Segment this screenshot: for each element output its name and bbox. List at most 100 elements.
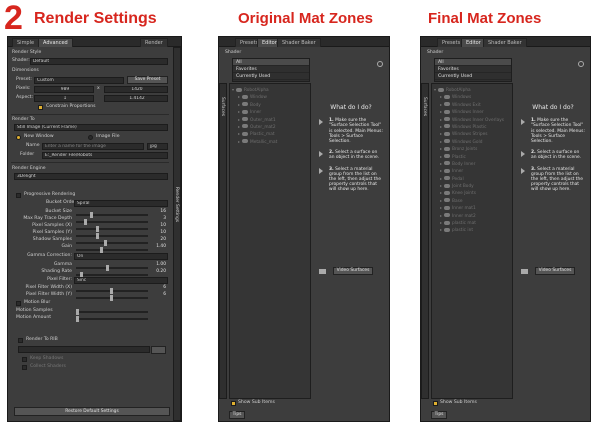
tree-item[interactable]: ▸ Plastic [434,153,504,160]
list-item-favorites[interactable]: Favorites [233,66,309,73]
tree-item[interactable]: ▸ Windows Gold [434,138,504,145]
aspect-width-input[interactable]: 1 [34,95,94,102]
tree-item[interactable]: ▸ Windows Stripes [434,130,504,137]
tree-item[interactable]: ▸ Window [232,93,277,100]
tree-item[interactable]: ▸ Base [434,197,504,204]
tree-item[interactable]: ▸ Windows [434,93,504,100]
tree-item[interactable]: ▸ Windows Exit [434,101,504,108]
gamma-slider[interactable] [76,265,148,271]
height-input[interactable]: 1420 [104,86,168,93]
tree-item[interactable]: ▸ Inner [434,167,504,174]
slider-value[interactable]: 10 [150,229,166,236]
rib-path-input[interactable] [18,346,150,353]
video-surfaces-button[interactable]: Video Surfaces [535,267,575,275]
slider-thumb[interactable] [96,226,99,232]
save-preset-button[interactable]: Save Preset [127,76,168,84]
progressive-checkbox[interactable] [16,193,21,198]
tree-item[interactable]: ▸ Inner mat2 [434,212,504,219]
search-icon[interactable] [377,61,383,67]
slider-value[interactable]: 20 [150,236,166,243]
format-dropdown[interactable]: jpg [147,143,168,150]
filter-width-x-value[interactable]: 6 [150,284,166,291]
slider-thumb[interactable] [76,309,79,315]
side-tab-surfaces[interactable]: Surfaces [422,97,427,116]
tree-root[interactable]: ▾ RobotAlpha [232,86,277,93]
image-file-radio[interactable] [88,135,93,140]
tree-item[interactable]: ▸ Knee Joints [434,189,504,196]
slider-thumb[interactable] [90,212,93,218]
slider-value[interactable]: 10 [150,222,166,229]
aspect-height-input[interactable]: 1.4142 [104,95,168,102]
shadow-samples-slider[interactable] [76,240,148,246]
tree-item[interactable]: ▸ Windows Inner Overlays [434,116,504,123]
shader-dropdown[interactable]: Default [30,58,168,65]
slider-thumb[interactable] [110,295,113,301]
tips-button[interactable]: Tips [229,411,245,419]
list-item-favorites[interactable]: Favorites [435,66,511,73]
tree-item[interactable]: ▸ Outer_mat1 [232,116,277,123]
gain-slider[interactable] [76,247,148,253]
render-to-dropdown[interactable]: Still Image (Current Frame) [14,124,168,131]
render-engine-dropdown[interactable]: 3Delight [14,173,168,180]
side-tab-surfaces[interactable]: Surfaces [220,97,225,116]
bucket-size-slider[interactable] [76,212,148,218]
tree-item[interactable]: ▸ Body [232,101,277,108]
motion-samples-slider[interactable] [76,309,148,315]
show-sub-items-checkbox[interactable] [433,401,438,406]
show-sub-items-checkbox[interactable] [231,401,236,406]
tree-item[interactable]: ▸ plastic mat [434,219,504,226]
slider-thumb[interactable] [96,233,99,239]
slider-thumb[interactable] [110,288,113,294]
bucket-order-dropdown[interactable]: Spiral [74,200,168,207]
tab-simple[interactable]: Simple [12,38,40,47]
rib-browse-button[interactable] [151,346,166,354]
tree-item[interactable]: ▸ Bronz Joints [434,145,504,152]
tree-root[interactable]: ▾ RobotAlpha [434,86,504,93]
slider-value[interactable]: 1.40 [150,243,166,250]
slider-value[interactable]: 3 [150,215,166,222]
tree-item[interactable]: ▸ Joint Body [434,182,504,189]
list-item-all[interactable]: All [233,59,309,66]
gamma-value[interactable]: 1.00 [150,261,166,268]
slider-thumb[interactable] [76,316,79,322]
list-item-currently-used[interactable]: Currently Used [233,73,309,80]
side-tab-render-settings[interactable]: Render Settings [174,187,179,222]
constrain-checkbox[interactable] [38,105,43,110]
collect-shaders-checkbox[interactable] [22,365,27,370]
shading-rate-value[interactable]: 0.20 [150,268,166,275]
folder-input[interactable]: E:_Render File/Robots [42,152,168,159]
list-item-all[interactable]: All [435,59,511,66]
pixel-filter-dropdown[interactable]: Sinc [74,277,168,284]
video-surfaces-button[interactable]: Video Surfaces [333,267,373,275]
tab-shader-baker[interactable]: Shader Baker [277,38,321,47]
slider-thumb[interactable] [84,219,87,225]
filter-width-x-slider[interactable] [76,288,148,294]
filter-width-y-value[interactable]: 6 [150,291,166,298]
tree-item[interactable]: ▸ Body Inner [434,160,504,167]
tree-item[interactable]: ▸ Inner [232,108,277,115]
ray-depth-slider[interactable] [76,219,148,225]
tree-item[interactable]: ▸ Outer_mat2 [232,123,277,130]
tab-advanced[interactable]: Advanced [38,38,73,47]
motion-amount-slider[interactable] [76,316,148,322]
preset-dropdown[interactable]: Custom [34,77,124,84]
shading-rate-slider[interactable] [76,272,148,278]
restore-defaults-button[interactable]: Restore Default Settings [14,407,170,416]
slider-value[interactable]: 16 [150,208,166,215]
tree-item[interactable]: ▸ Metallic_mat [232,138,277,145]
image-name-input[interactable]: Enter a name for the image [42,143,144,150]
tab-shader-baker[interactable]: Shader Baker [483,38,527,47]
search-icon[interactable] [578,61,584,67]
tree-item[interactable]: ▸ Plastic_mat [232,130,277,137]
list-item-currently-used[interactable]: Currently Used [435,73,511,80]
new-window-radio[interactable] [16,135,21,140]
pixel-samples-x-slider[interactable] [76,226,148,232]
tips-button[interactable]: Tips [431,411,447,419]
tree-item[interactable]: ▸ Pedal [434,175,504,182]
tab-render[interactable]: Render [140,38,168,47]
slider-thumb[interactable] [106,265,109,271]
gamma-correction-dropdown[interactable]: On [74,253,168,260]
filter-width-y-slider[interactable] [76,295,148,301]
tree-item[interactable]: ▸ plastic int [434,226,504,233]
tree-item[interactable]: ▸ Inner mat1 [434,204,504,211]
